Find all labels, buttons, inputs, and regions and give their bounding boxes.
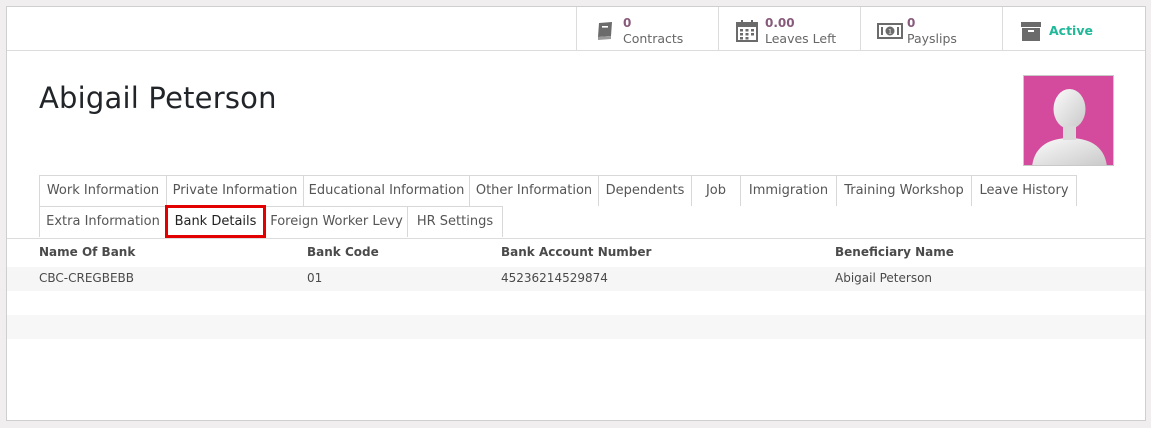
cell-beneficiary-name: Abigail Peterson xyxy=(835,271,933,285)
employee-avatar[interactable] xyxy=(1023,75,1114,166)
contracts-button[interactable]: 0 Contracts xyxy=(576,7,719,51)
tab-private-information[interactable]: Private Information xyxy=(166,175,304,206)
leaves-left-button[interactable]: 0.00 Leaves Left xyxy=(718,7,861,51)
column-header-beneficiary-name[interactable]: Beneficiary Name xyxy=(835,245,954,259)
tab-foreign-worker-levy[interactable]: Foreign Worker Levy xyxy=(265,206,408,237)
svg-text:1: 1 xyxy=(888,29,892,36)
payslips-count: 0 xyxy=(907,16,916,30)
column-header-bank-account-number[interactable]: Bank Account Number xyxy=(501,245,651,259)
contracts-label: Contracts xyxy=(623,31,684,46)
column-header-name-of-bank[interactable]: Name Of Bank xyxy=(39,245,135,259)
column-header-bank-code[interactable]: Bank Code xyxy=(307,245,379,259)
calendar-icon xyxy=(735,19,759,43)
cell-name-of-bank: CBC-CREGBEBB xyxy=(39,271,134,285)
employee-name: Abigail Peterson xyxy=(39,81,277,115)
table-empty-row xyxy=(7,291,1145,315)
tab-extra-information[interactable]: Extra Information xyxy=(39,206,167,237)
tabs-divider xyxy=(7,238,1145,239)
contracts-count: 0 xyxy=(623,16,632,30)
archive-icon xyxy=(1019,19,1043,43)
smart-button-box: 0 Contracts 0.00 Leaves Left 1 0 Payslip… xyxy=(7,7,1145,51)
cell-bank-account-number: 45236214529874 xyxy=(501,271,608,285)
tab-other-information[interactable]: Other Information xyxy=(469,175,599,206)
table-empty-row xyxy=(7,315,1145,339)
leaves-left-label: Leaves Left xyxy=(765,31,837,46)
tab-job[interactable]: Job xyxy=(691,175,741,206)
tab-work-information[interactable]: Work Information xyxy=(39,175,167,206)
payslips-button[interactable]: 1 0 Payslips xyxy=(860,7,1003,51)
tab-hr-settings[interactable]: HR Settings xyxy=(407,206,503,237)
cell-bank-code: 01 xyxy=(307,271,323,285)
book-icon xyxy=(593,19,617,43)
tab-training-workshop[interactable]: Training Workshop xyxy=(836,175,972,206)
payslips-label: Payslips xyxy=(907,31,957,46)
tab-immigration[interactable]: Immigration xyxy=(740,175,837,206)
tab-dependents[interactable]: Dependents xyxy=(598,175,692,206)
employee-form-sheet: 0 Contracts 0.00 Leaves Left 1 0 Payslip… xyxy=(6,6,1146,421)
tab-bank-details[interactable]: Bank Details xyxy=(165,205,266,238)
active-status-label: Active xyxy=(1049,23,1093,38)
avatar-placeholder-icon xyxy=(1032,89,1107,165)
tab-educational-information[interactable]: Educational Information xyxy=(303,175,470,206)
leaves-left-count: 0.00 xyxy=(765,16,795,30)
money-icon: 1 xyxy=(877,19,903,43)
tab-leave-history[interactable]: Leave History xyxy=(971,175,1077,206)
active-toggle-button[interactable]: Active xyxy=(1002,7,1145,51)
